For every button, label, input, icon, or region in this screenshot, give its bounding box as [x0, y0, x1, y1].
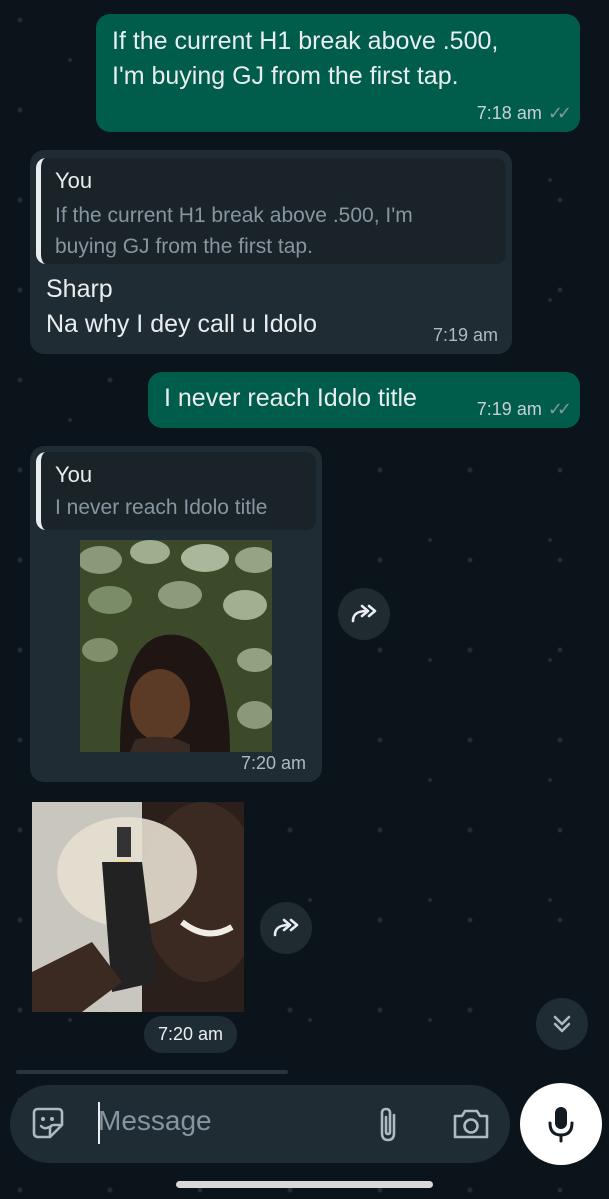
voice-message-button[interactable]	[520, 1083, 602, 1165]
message-text: I never reach Idolo title	[164, 384, 417, 412]
message-input[interactable]: Message	[98, 1105, 212, 1137]
sticker-image[interactable]	[80, 540, 272, 752]
microphone-icon	[548, 1107, 574, 1143]
quote-author: You	[55, 168, 93, 193]
message-time: 7:19 am	[432, 325, 498, 345]
attach-icon[interactable]	[376, 1105, 402, 1145]
forward-icon	[351, 604, 377, 623]
incoming-message[interactable]: You If the current H1 break above .500, …	[30, 150, 512, 354]
quoted-message[interactable]: You If the current H1 break above .500, …	[36, 158, 506, 264]
quote-text: If the current H1 break above .500, I'm …	[55, 204, 413, 258]
message-time: 7:20 am	[144, 1016, 238, 1053]
divider	[16, 1070, 288, 1074]
quote-author: You	[55, 462, 93, 487]
message-text: Sharp Na why I dey call u Idolo	[46, 275, 317, 338]
forward-icon	[273, 918, 299, 937]
double-chevron-down-icon	[553, 1015, 571, 1033]
read-receipt-icon: ✓✓	[547, 399, 572, 419]
home-indicator[interactable]	[176, 1181, 433, 1188]
sticker-image[interactable]	[32, 802, 244, 1012]
message-text: If the current H1 break above .500, I'm …	[112, 27, 499, 90]
forward-button[interactable]	[260, 902, 312, 954]
sticker-icon[interactable]	[30, 1105, 66, 1141]
message-time: 7:20 am	[240, 753, 306, 773]
forward-button[interactable]	[338, 588, 390, 640]
message-composer[interactable]: Message	[10, 1085, 510, 1163]
outgoing-message[interactable]: I never reach Idolo title 7:19 am ✓✓	[148, 372, 580, 428]
read-receipt-icon: ✓✓	[547, 103, 572, 123]
scroll-to-bottom-button[interactable]	[536, 998, 588, 1050]
message-time: 7:19 am ✓✓	[476, 399, 572, 419]
quote-text: I never reach Idolo title	[55, 496, 268, 519]
camera-icon[interactable]	[452, 1107, 490, 1141]
quoted-message[interactable]: You I never reach Idolo title	[36, 452, 316, 530]
incoming-message[interactable]: You I never reach Idolo title 7:20 am	[30, 446, 322, 782]
message-time: 7:18 am ✓✓	[476, 103, 572, 123]
outgoing-message[interactable]: If the current H1 break above .500, I'm …	[96, 14, 580, 132]
